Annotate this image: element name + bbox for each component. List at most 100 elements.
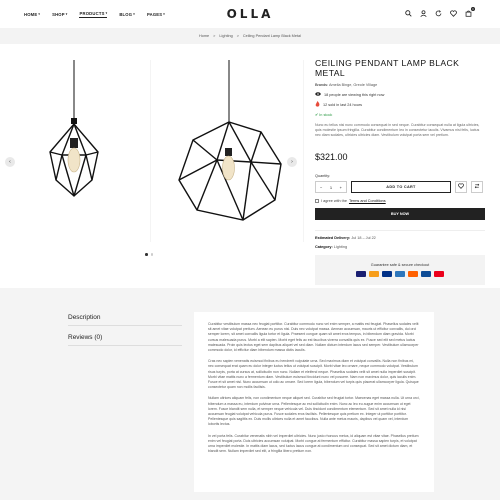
secure-checkout-box: Guarantee safe & secure checkout [315,255,485,285]
breadcrumb-separator: > [236,34,239,38]
gallery-dot-1[interactable] [145,253,148,256]
nav-shop-label[interactable]: SHOP [52,12,65,17]
description-paragraph: In vel porta felis. Curabitur venenatis … [208,433,419,454]
pendant-lamp-image-2 [178,60,282,221]
nav-blog[interactable]: BLOG ▾ [119,12,135,17]
product-gallery: ‹ › [0,60,304,242]
product-category: Category: Lighting [315,245,485,249]
viewing-text: 18 people are viewing this right now [324,92,385,97]
nav-products-label[interactable]: PRODUCTS [79,11,104,16]
gallery-slide-2[interactable]: › [153,60,304,242]
main-nav: HOME ▾ SHOP ▾ PRODUCTS ▾ BLOG ▾ PAGES ▾ [24,11,165,18]
chevron-down-icon: ▾ [133,12,135,16]
visa-icon [356,271,366,277]
user-icon[interactable] [419,9,427,17]
checkout-text: Guarantee safe & secure checkout [370,263,430,267]
gallery-dots [145,253,153,256]
description-paragraph: Nullam ultrices aliquam felis, non condi… [208,396,420,427]
buy-row: − 1 + ADD TO CART [315,181,485,193]
heart-icon [458,183,464,191]
chevron-left-icon: ‹ [9,159,11,165]
agree-text: I agree with the [321,199,347,203]
chevron-down-icon: ▾ [65,12,68,16]
pendant-lamp-image-1 [49,60,99,197]
breadcrumb: Home > Lighting > Ceiling Pendant Lamp B… [0,28,500,44]
delivery-label: Estimated Delivery: [315,236,351,240]
buy-now-button[interactable]: BUY NOW [315,208,485,220]
gallery-prev-button[interactable]: ‹ [5,157,15,167]
chevron-down-icon: ▾ [38,12,41,16]
product-price: $321.00 [315,152,348,162]
brands-label: Brands: [315,83,329,87]
sold-text: 12 sold in last 24 hours [323,102,363,107]
mastercard2-icon [434,271,444,277]
chevron-down-icon: ▾ [105,11,108,15]
terms-checkbox[interactable] [315,199,319,203]
description-paragraph: Curabitur vestibulum massa nec feugiat p… [208,322,419,353]
mastercard-icon [369,271,379,277]
description-content: Curabitur vestibulum massa nec feugiat p… [194,312,434,492]
nav-home-label[interactable]: HOME [24,12,37,17]
header-icons: 0 [404,7,475,17]
wishlist-button[interactable] [455,181,467,193]
quantity-label: Quantity: [315,174,331,178]
quantity-stepper[interactable]: − 1 + [315,181,347,193]
stock-status: ✔ In stock [315,112,485,117]
nav-home[interactable]: HOME ▾ [24,12,40,17]
description-paragraph: Cras nec sapien venenatis euismod finibu… [208,359,419,390]
site-header: HOME ▾ SHOP ▾ PRODUCTS ▾ BLOG ▾ PAGES ▾ OLLA … [0,0,500,28]
sold-notice: 12 sold in last 24 hours [315,101,485,108]
product-info: CEILING PENDANT LAMP BLACK METAL Brands:… [315,58,485,285]
breadcrumb-separator: > [213,34,216,38]
product-tabs: Description Reviews (0) [68,314,182,354]
product-details-section: Description Reviews (0) Curabitur vestib… [0,288,500,500]
refresh-icon[interactable] [434,9,442,17]
category-label: Category: [315,245,333,249]
breadcrumb-lighting[interactable]: Lighting [219,34,232,38]
nav-pages[interactable]: PAGES ▾ [147,12,165,17]
gallery-slide-1[interactable]: ‹ [0,60,151,242]
add-to-cart-button[interactable]: ADD TO CART [351,181,451,193]
payment-icons [356,271,444,277]
quantity-value[interactable]: 1 [330,185,332,190]
gallery-next-button[interactable]: › [287,157,297,167]
eye-icon [315,92,321,97]
paypal-icon [382,271,392,277]
terms-agreement: I agree with the Terms and Conditions [315,199,485,203]
search-icon[interactable] [404,9,412,17]
compare-button[interactable] [471,181,483,193]
fire-icon [315,101,320,108]
heart-icon[interactable] [449,9,457,17]
nav-blog-label[interactable]: BLOG [119,12,132,17]
chevron-down-icon: ▾ [163,12,166,16]
plus-icon[interactable]: + [340,185,342,190]
check-icon: ✔ [315,113,319,117]
jcb-icon [421,271,431,277]
tab-reviews[interactable]: Reviews (0) [68,334,182,346]
compare-icon [474,183,480,191]
gallery-dot-2[interactable] [150,253,153,256]
discover-icon [408,271,418,277]
product-brands: Brands: Amelia Binge, Greole Village [315,83,485,87]
breadcrumb-home[interactable]: Home [199,34,209,38]
terms-link[interactable]: Terms and Conditions [349,199,386,203]
site-logo[interactable]: OLLA [227,7,274,21]
estimated-delivery: Estimated Delivery: Jul 18 – Jul 22 [315,230,485,240]
amex-icon [395,271,405,277]
nav-pages-label[interactable]: PAGES [147,12,162,17]
nav-products[interactable]: PRODUCTS ▾ [79,11,108,18]
minus-icon[interactable]: − [320,185,322,190]
chevron-right-icon: › [291,159,293,165]
category-value[interactable]: Lighting [334,245,347,249]
viewing-notice: 18 people are viewing this right now [315,92,485,97]
cart-count-badge: 0 [471,7,475,11]
breadcrumb-current: Ceiling Pendant Lamp Black Metal [242,34,301,38]
cart-icon[interactable]: 0 [464,7,475,17]
stock-text: In stock [319,113,333,117]
brands-value[interactable]: Amelia Binge, Greole Village [329,83,377,87]
tab-description[interactable]: Description [68,314,182,326]
delivery-value: Jul 18 – Jul 22 [351,236,376,240]
product-description: Nunc eu tellus nisi nunc commodo consequ… [315,123,480,137]
nav-shop[interactable]: SHOP ▾ [52,12,67,17]
product-title: CEILING PENDANT LAMP BLACK METAL [315,58,460,78]
